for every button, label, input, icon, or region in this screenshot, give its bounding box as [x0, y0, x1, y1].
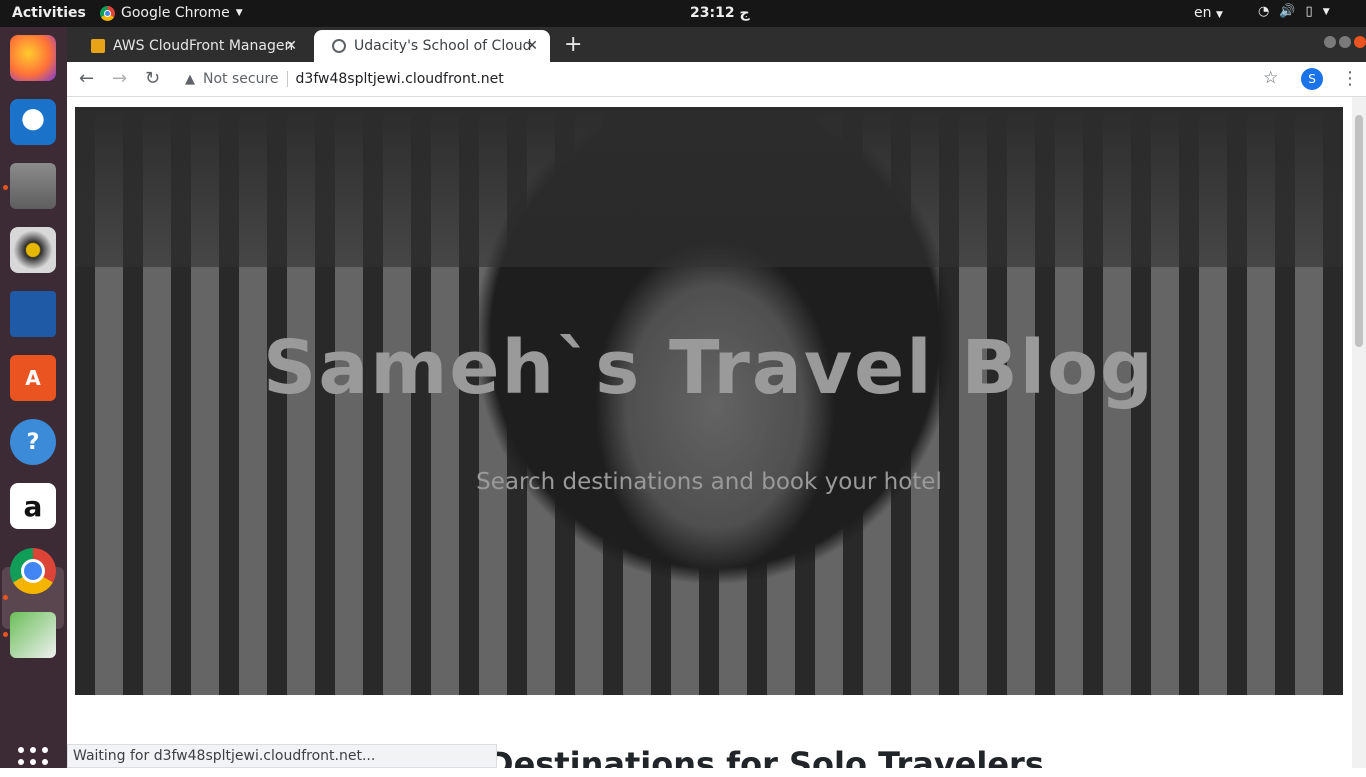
section-heading: Destinations for Solo Travelers: [487, 745, 1044, 768]
app-menu[interactable]: Google Chrome ▼: [100, 5, 243, 21]
page-scrollbar[interactable]: [1352, 97, 1366, 768]
running-indicator: [3, 185, 8, 190]
url-text[interactable]: d3fw48spltjewi.cloudfront.net: [296, 71, 504, 87]
running-indicator: [3, 632, 8, 637]
thunderbird-icon[interactable]: [10, 99, 56, 145]
system-menu[interactable]: ◔ 🔊 ▯ ▼: [1258, 4, 1330, 19]
battery-icon: ▯: [1305, 4, 1313, 19]
browser-toolbar: ← → ↻ ▲ Not secure d3fw48spltjewi.cloudf…: [67, 62, 1366, 97]
chevron-down-icon: ▼: [235, 8, 243, 18]
tab-strip: AWS CloudFront Management Console ✕ Udac…: [67, 27, 1366, 62]
dock: A ? a: [0, 27, 67, 777]
hero-banner: Sameh`s Travel Blog Search destinations …: [75, 107, 1343, 695]
new-tab-button[interactable]: +: [564, 32, 582, 57]
bookmark-star-icon[interactable]: ☆: [1263, 68, 1278, 88]
volume-icon: 🔊: [1279, 4, 1296, 19]
chrome-icon: [100, 5, 115, 21]
running-indicator: [3, 595, 8, 600]
address-bar[interactable]: ▲ Not secure d3fw48spltjewi.cloudfront.n…: [175, 65, 1285, 93]
language-indicator[interactable]: en ▼: [1194, 5, 1223, 21]
kebab-menu-icon[interactable]: ⋮: [1341, 68, 1359, 89]
amazon-icon[interactable]: a: [10, 483, 56, 529]
wifi-icon: ◔: [1258, 4, 1270, 19]
tab-udacity[interactable]: Udacity's School of Cloud Computing ✕: [314, 30, 550, 62]
hero-title: Sameh`s Travel Blog: [263, 325, 1155, 411]
tab-title: Udacity's School of Cloud Computing: [354, 38, 534, 54]
window-close-button[interactable]: [1354, 36, 1366, 48]
profile-avatar[interactable]: S: [1301, 68, 1323, 90]
files-icon[interactable]: [10, 163, 56, 209]
activities-button[interactable]: Activities: [12, 5, 86, 21]
status-bubble: Waiting for d3fw48spltjewi.cloudfront.ne…: [67, 744, 497, 768]
hero-subtitle: Search destinations and book your hotel: [476, 469, 942, 495]
close-icon[interactable]: ✕: [526, 38, 538, 54]
forward-button[interactable]: →: [112, 68, 127, 89]
rhythmbox-icon[interactable]: [10, 227, 56, 273]
aws-favicon-icon: [91, 39, 105, 53]
minimize-button[interactable]: [1324, 36, 1336, 48]
help-icon[interactable]: ?: [10, 419, 56, 465]
security-status[interactable]: Not secure: [203, 71, 279, 87]
scrollbar-thumb[interactable]: [1355, 115, 1363, 347]
language-label: en: [1194, 5, 1212, 21]
software-center-icon[interactable]: A: [10, 355, 56, 401]
google-chrome-icon[interactable]: [10, 548, 56, 594]
warning-icon[interactable]: ▲: [185, 72, 195, 87]
chevron-down-icon: ▼: [1215, 10, 1223, 20]
writer-icon[interactable]: [10, 291, 56, 337]
show-applications-icon[interactable]: [18, 747, 48, 777]
window-controls: [1324, 36, 1366, 48]
firefox-icon[interactable]: [10, 35, 56, 81]
chevron-down-icon: ▼: [1322, 6, 1330, 17]
globe-icon: [332, 39, 346, 53]
divider: [286, 71, 288, 87]
reload-button[interactable]: ↻: [145, 68, 160, 89]
tab-aws-cloudfront[interactable]: AWS CloudFront Management Console ✕: [73, 30, 309, 62]
close-icon[interactable]: ✕: [285, 38, 297, 54]
web-page: Sameh`s Travel Blog Search destinations …: [67, 97, 1352, 768]
top-bar: Activities Google Chrome ▼ 23:12 ج en ▼ …: [0, 0, 1366, 27]
app-menu-label: Google Chrome: [121, 5, 230, 21]
maximize-button[interactable]: [1339, 36, 1351, 48]
back-button[interactable]: ←: [79, 68, 94, 89]
clock[interactable]: 23:12 ج: [690, 5, 750, 21]
tab-title: AWS CloudFront Management Console: [113, 38, 293, 54]
image-viewer-icon[interactable]: [10, 612, 56, 658]
